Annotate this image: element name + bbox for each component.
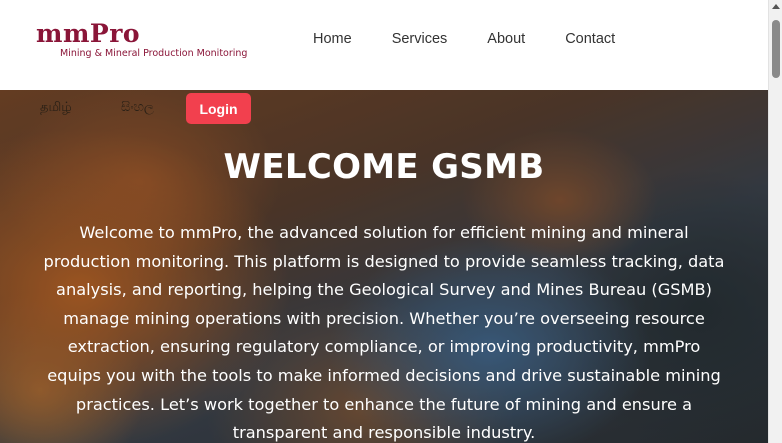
logo-tagline: Mining & Mineral Production Monitoring [60,48,248,59]
nav-home[interactable]: Home [313,31,352,47]
hero-title: WELCOME GSMB [223,147,545,187]
language-sinhala-link[interactable]: සිංහල [121,100,154,115]
hero-description: Welcome to mmPro, the advanced solution … [43,223,725,443]
nav-contact[interactable]: Contact [565,31,615,47]
scroll-up-arrow-icon[interactable] [772,4,780,9]
nav-about[interactable]: About [487,31,525,47]
nav-services[interactable]: Services [392,31,448,47]
hero-section: தமிழ் සිංහල Login WELCOME GSMB Welcome t… [0,90,768,443]
logo[interactable]: mmPro Mining & Mineral Production Monito… [36,18,247,59]
scroll-thumb[interactable] [772,20,780,78]
language-tamil-link[interactable]: தமிழ் [40,100,72,116]
main-nav: Home Services About Contact [313,31,615,47]
page-scrollbar[interactable] [768,0,782,443]
site-header: mmPro Mining & Mineral Production Monito… [0,0,768,90]
login-button[interactable]: Login [186,93,251,124]
logo-text: mmPro [36,19,141,48]
